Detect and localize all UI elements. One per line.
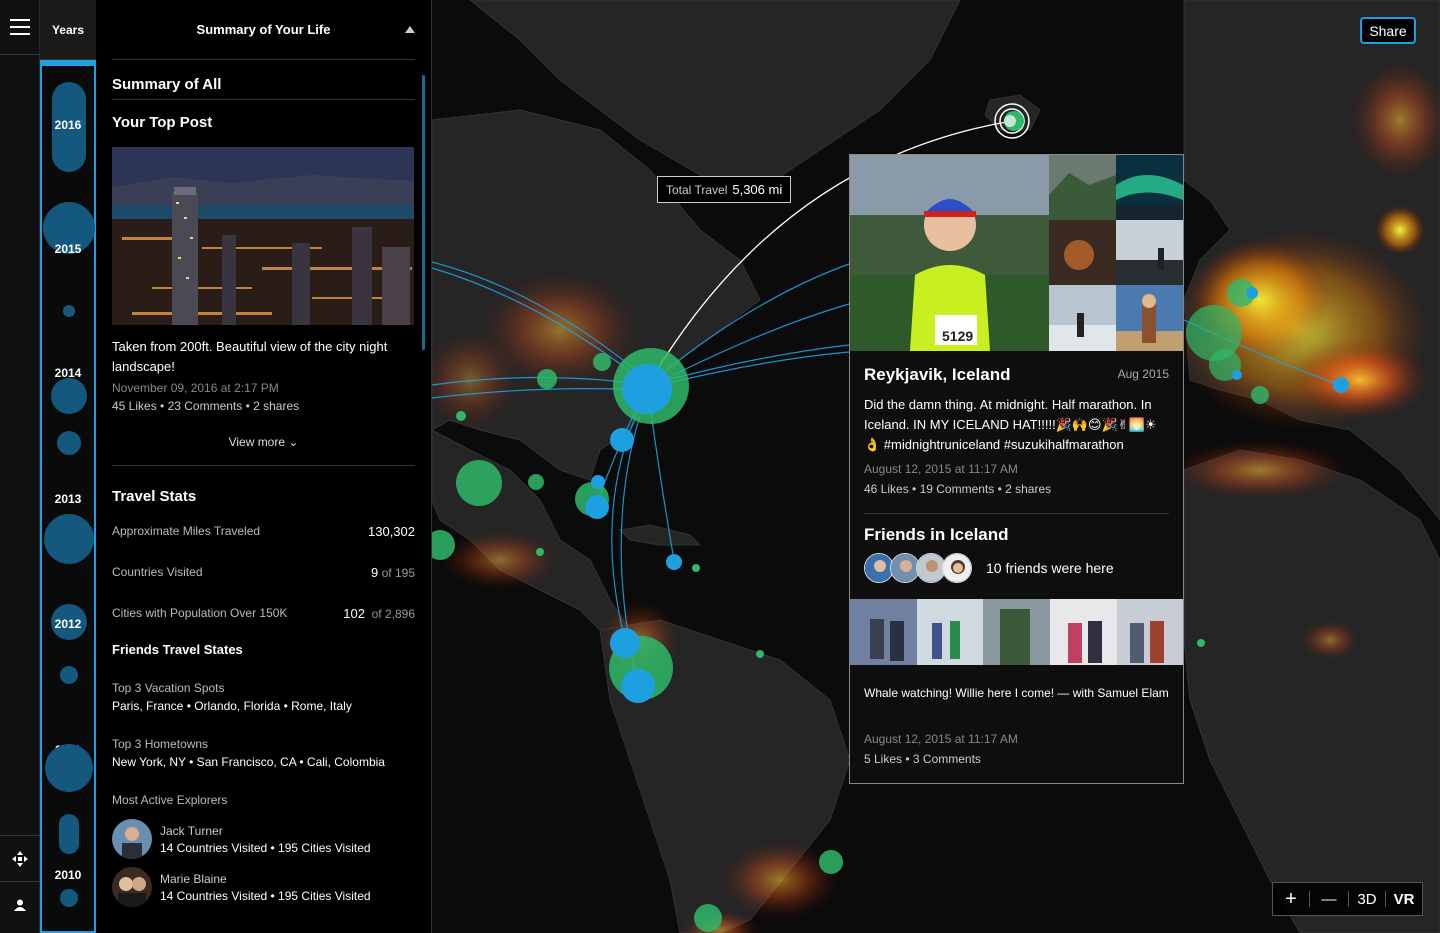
gallery-photo[interactable] [1049,220,1116,285]
year-label-2012[interactable]: 2012 [42,617,94,631]
location-detail-card: 5129 Reykjavik, Iceland Aug 2015 Did the… [849,154,1184,784]
year-bubble[interactable] [60,666,78,684]
friends-count: 10 friends were here [986,560,1114,576]
map-controls: + — 3D VR [1272,882,1423,916]
left-rail [0,0,40,933]
explorer-item[interactable]: Marie Blaine 14 Countries Visited • 195 C… [112,867,415,907]
friends-travel-heading: Friends Travel States [112,642,243,657]
explorer-name: Jack Turner [160,823,223,838]
year-label-2015[interactable]: 2015 [42,242,94,256]
gallery-photo[interactable] [1116,285,1183,351]
strip-caption: Whale watching! Willie here I come! — wi… [864,686,1169,700]
year-bubble[interactable] [59,814,79,854]
year-label-2010[interactable]: 2010 [42,868,94,882]
post-text: Did the damn thing. At midnight. Half ma… [864,397,1157,452]
stat-countries: Countries Visited 9 of 195 [112,552,415,593]
explorer-name: Marie Blaine [160,871,227,886]
strip-time: August 12, 2015 at 11:17 AM [864,732,1018,746]
stat-suffix: of 2,896 [371,607,415,621]
top-post-date: November 09, 2016 at 2:17 PM [112,381,279,395]
svg-text:5129: 5129 [942,328,973,344]
summary-all-heading[interactable]: Summary of All [112,60,415,99]
gallery-photo[interactable] [1116,155,1183,220]
year-bubble[interactable] [45,744,93,792]
total-travel-tooltip: Total Travel 5,306 mi [657,176,792,203]
explorer-item[interactable]: Jack Turner 14 Countries Visited • 195 Ci… [112,819,415,859]
location-title: Reykjavik, Iceland [864,365,1011,384]
panel-scrollbar[interactable] [422,75,425,350]
year-bubble[interactable] [57,431,81,455]
stat-value: 102 [343,606,365,621]
year-bubble[interactable] [44,514,94,564]
total-travel-value: 5,306 mi [732,182,783,197]
year-bubble[interactable] [60,889,78,907]
explorer-stats: 14 Countries Visited • 195 Cities Visite… [160,840,371,855]
friends-heading: Friends in Iceland [864,525,1009,544]
stat-value: 130,302 [368,524,415,539]
location-date: Aug 2015 [1117,367,1169,381]
view-more-label: View more [228,435,286,449]
stat-label: Countries Visited [112,565,203,579]
3d-toggle-button[interactable]: 3D [1349,883,1385,915]
vacation-label: Top 3 Vacation Spots [112,681,225,695]
avatar [112,819,152,859]
gallery-photo[interactable] [1116,220,1183,285]
panel-title: Summary of Your Life [196,22,331,37]
stat-cities: Cities with Population Over 150K 102 of 2… [112,593,415,634]
vr-toggle-button[interactable]: VR [1386,883,1422,915]
stat-value: 9 [371,565,379,580]
friends-photo-strip[interactable] [850,599,1183,665]
friends-row[interactable]: 10 friends were here [864,553,1114,583]
years-timeline: Years 2016 2015 2014 2013 2012 2011 2010 [40,0,96,933]
top-post-heading: Your Top Post [112,114,213,131]
stat-miles: Approximate Miles Traveled 130,302 [112,511,415,552]
year-bubble[interactable] [51,378,87,414]
compass-icon[interactable] [0,835,40,881]
top-post-stats: 45 Likes • 23 Comments • 2 shares [112,399,300,413]
vacation-value: Paris, France • Orlando, Florida • Rome,… [112,699,352,713]
total-travel-label: Total Travel [666,182,728,197]
year-label-2013[interactable]: 2013 [42,492,94,506]
strip-stats: 5 Likes • 3 Comments [864,752,981,766]
user-icon[interactable] [0,881,40,927]
explorers-label: Most Active Explorers [112,793,228,807]
friend-avatar[interactable] [942,553,972,583]
stat-label: Cities with Population Over 150K [112,606,288,620]
years-track[interactable]: 2016 2015 2014 2013 2012 2011 2010 [40,60,96,933]
collapse-caret-icon[interactable] [405,26,415,33]
top-post-caption: Taken from 200ft. Beautiful view of the … [112,339,388,374]
share-button[interactable]: Share [1360,17,1416,44]
zoom-in-button[interactable]: + [1273,883,1309,915]
hamburger-menu-icon[interactable] [0,0,40,55]
summary-panel: Summary of Your Life Summary of All Your… [96,0,432,933]
travel-stats-heading: Travel Stats [112,488,197,505]
post-stats: 46 Likes • 19 Comments • 2 shares [864,482,1052,496]
divider [864,513,1169,514]
main-post-photo[interactable]: 5129 [850,155,1049,351]
year-bubble[interactable] [63,305,75,317]
years-header: Years [40,0,96,60]
year-label-2016[interactable]: 2016 [42,118,94,132]
gallery-photo[interactable] [1049,285,1116,351]
avatar [112,867,152,907]
view-more-button[interactable]: View more ⌄ [112,413,415,465]
panel-title-bar[interactable]: Summary of Your Life [112,0,415,60]
hometowns-value: New York, NY • San Francisco, CA • Cali,… [112,755,385,769]
zoom-out-button[interactable]: — [1310,883,1348,915]
gallery-photo[interactable] [1049,155,1116,220]
chevron-down-icon: ⌄ [288,435,299,449]
explorer-stats: 14 Countries Visited • 195 Cities Visite… [160,888,371,903]
hometowns-label: Top 3 Hometowns [112,737,209,751]
post-time: August 12, 2015 at 11:17 AM [864,462,1018,476]
stat-suffix: of 195 [381,566,415,580]
stat-label: Approximate Miles Traveled [112,524,261,538]
top-post-image[interactable] [112,147,414,325]
